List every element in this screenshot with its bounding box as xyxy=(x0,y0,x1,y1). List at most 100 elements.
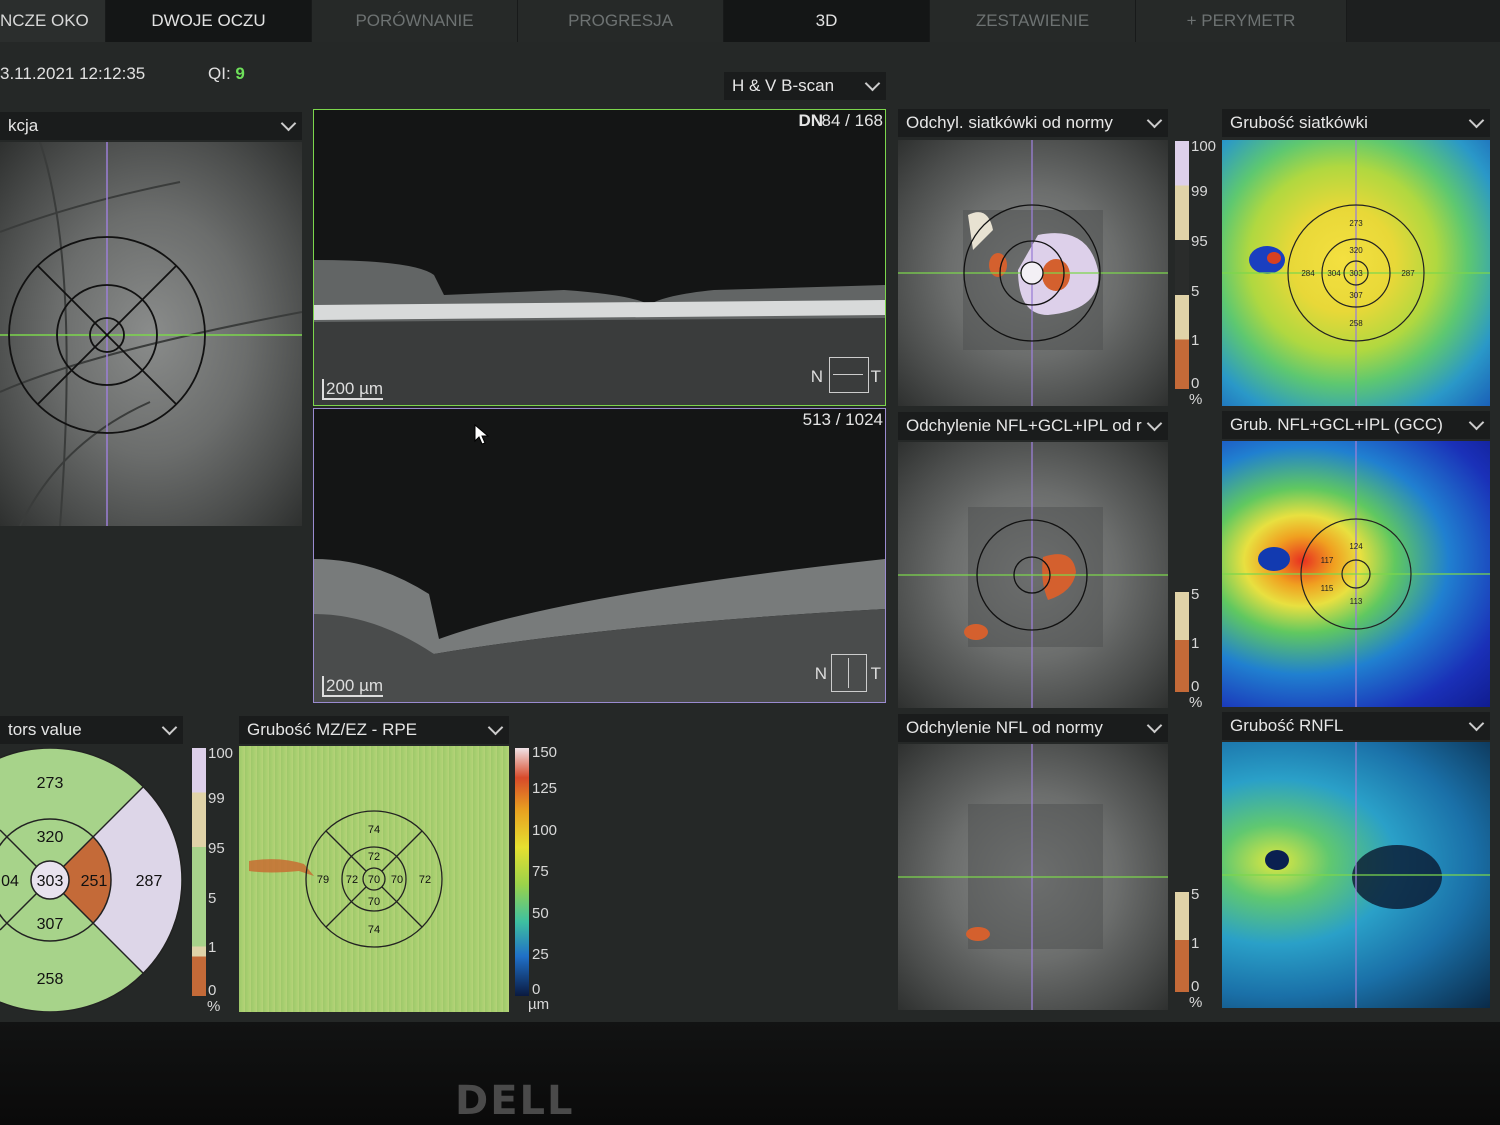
mzez-inner-left: 72 xyxy=(346,874,358,886)
percentile-legend-bar-c xyxy=(1175,592,1189,692)
quality-index-value: 9 xyxy=(235,64,245,83)
fundus-grid-overlay xyxy=(0,142,302,526)
um-legend-label-5: 25 xyxy=(532,946,549,963)
chevron-down-icon xyxy=(1146,112,1163,129)
retina-deviation-overlay xyxy=(898,140,1168,406)
gcc-deviation-map[interactable] xyxy=(898,442,1168,708)
mzez-dropdown[interactable]: Grubość MZ/EZ - RPE xyxy=(239,716,509,744)
gcc-deviation-dropdown[interactable]: Odchylenie NFL+GCL+IPL od r xyxy=(898,412,1168,440)
tab-summary[interactable]: ZESTAWIENIE xyxy=(930,0,1136,42)
rnfl-thickness-dropdown[interactable]: Grubość RNFL xyxy=(1222,712,1490,740)
quality-index: QI: 9 xyxy=(208,64,245,84)
nfl-deviation-map[interactable] xyxy=(898,744,1168,1010)
horizontal-bscan[interactable]: DN 84 / 168 200 µm N T xyxy=(313,109,886,406)
retina-thickness-value-1: 320 xyxy=(1349,246,1363,255)
retina-thickness-value-4: 303 xyxy=(1349,269,1363,278)
gcc-value-1: 117 xyxy=(1321,556,1334,565)
vertical-temporal-label: T xyxy=(870,664,881,683)
tab-single-eye[interactable]: NCZE OKO xyxy=(0,0,106,42)
legend-c-label-1: 1 xyxy=(1191,635,1200,652)
legend-d-label-2: 0 xyxy=(1191,978,1200,995)
sector-inner-bottom: 307 xyxy=(37,916,64,933)
tab-3d[interactable]: 3D xyxy=(724,0,930,42)
chevron-down-icon xyxy=(864,75,881,92)
exam-datetime: 3.11.2021 12:12:35 xyxy=(0,64,146,83)
retina-thickness-value-2: 284 xyxy=(1301,269,1315,278)
mouse-cursor-icon xyxy=(474,424,490,445)
percentile-legend-bar-d xyxy=(1175,892,1189,992)
gcc-thickness-map[interactable]: 124 117 115 113 xyxy=(1222,441,1490,707)
oct-application-screen: NCZE OKO DWOJE OCZU PORÓWNANIE PROGRESJA… xyxy=(0,0,1500,1022)
gcc-thickness-dropdown[interactable]: Grub. NFL+GCL+IPL (GCC) xyxy=(1222,411,1490,439)
sector-inner-top: 320 xyxy=(37,829,64,846)
gcc-value-3: 113 xyxy=(1350,597,1363,606)
um-legend-label-0: 150 xyxy=(532,744,558,761)
legend-a-label-4: 1 xyxy=(208,939,217,956)
mzez-outer-right: 72 xyxy=(419,874,431,886)
arrow-down-icon xyxy=(848,658,849,688)
mzez-outer-bottom: 74 xyxy=(368,924,380,936)
horizontal-scale-label: 200 µm xyxy=(322,379,384,400)
sectors-map[interactable]: 273 320 04 303 251 287 307 258 xyxy=(0,748,185,1012)
um-legend-label-1: 125 xyxy=(532,780,558,797)
retina-thickness-value-0: 273 xyxy=(1349,219,1363,228)
vertical-bscan[interactable]: 513 / 1024 200 µm N T xyxy=(313,408,886,703)
retina-thickness-map[interactable]: 273 320 284 304 303 287 307 258 xyxy=(1222,140,1490,406)
mzez-outer-left: 79 xyxy=(317,874,329,886)
rnfl-thickness-map[interactable] xyxy=(1222,742,1490,1008)
chevron-down-icon xyxy=(1146,415,1163,432)
mzez-inner-right: 70 xyxy=(391,874,403,886)
legend-c-label-0: 5 xyxy=(1191,586,1200,603)
vertical-nasal-label: N xyxy=(814,664,827,683)
left-view-dropdown[interactable]: kcja xyxy=(0,112,302,140)
nfl-deviation-overlay xyxy=(898,744,1168,1010)
vertical-scale-bar: 200 µm xyxy=(322,676,384,697)
legend-c-label-3: % xyxy=(1189,694,1203,711)
retina-thickness-value-6: 307 xyxy=(1349,291,1363,300)
thickness-legend-bar xyxy=(515,748,529,996)
tab-comparison[interactable]: PORÓWNANIE xyxy=(312,0,518,42)
legend-b-label-3: 5 xyxy=(1191,283,1200,300)
tab-perimeter[interactable]: + PERYMETR xyxy=(1136,0,1347,42)
chevron-down-icon xyxy=(1468,715,1485,732)
um-legend-label-4: 50 xyxy=(532,905,549,922)
legend-b-label-4: 1 xyxy=(1191,332,1200,349)
horizontal-scale-bar: 200 µm xyxy=(322,379,384,400)
mzez-inner-bottom: 70 xyxy=(368,896,380,908)
legend-b-label-0: 100 xyxy=(1191,138,1217,155)
bscan-mode-dropdown[interactable]: H & V B-scan xyxy=(724,72,886,100)
retina-thickness-value-7: 258 xyxy=(1349,319,1363,328)
retina-thickness-value-5: 287 xyxy=(1401,269,1415,278)
retina-deviation-title: Odchyl. siatkówki od normy xyxy=(906,113,1113,132)
left-view-title: kcja xyxy=(8,116,39,135)
sector-outer-bottom: 258 xyxy=(37,971,64,988)
horizontal-retina-layers xyxy=(314,260,885,405)
sectors-dropdown[interactable]: tors value xyxy=(0,716,183,744)
monitor-bezel xyxy=(0,1022,1500,1125)
tab-progression[interactable]: PROGRESJA xyxy=(518,0,724,42)
mzez-center: 70 xyxy=(368,874,380,886)
horizontal-temporal-label: T xyxy=(870,367,881,386)
mzez-grid-overlay: 74 72 79 72 70 70 72 70 74 xyxy=(249,810,443,948)
brand-logo: DELL xyxy=(455,1078,575,1124)
nfl-deviation-dropdown[interactable]: Odchylenie NFL od normy xyxy=(898,714,1168,742)
chevron-down-icon xyxy=(487,719,504,736)
scan-orientation-icon xyxy=(829,357,869,393)
retina-thickness-overlay: 273 320 284 304 303 287 307 258 xyxy=(1222,140,1490,406)
mzez-inner-top: 72 xyxy=(368,851,380,863)
chevron-down-icon xyxy=(280,115,297,132)
um-legend-label-2: 100 xyxy=(532,822,558,839)
vertical-retina-layers xyxy=(314,559,885,702)
rnfl-thickness-overlay xyxy=(1222,742,1490,1008)
tab-both-eyes[interactable]: DWOJE OCZU xyxy=(106,0,312,42)
fundus-image[interactable] xyxy=(0,142,302,526)
retina-thickness-dropdown[interactable]: Grubość siatkówki xyxy=(1222,109,1490,137)
retina-deviation-map[interactable] xyxy=(898,140,1168,406)
chevron-down-icon xyxy=(1146,717,1163,734)
mzez-thickness-map[interactable]: 74 72 79 72 70 70 72 70 74 xyxy=(239,746,509,1012)
sectors-title: tors value xyxy=(8,720,82,739)
legend-b-label-5: 0 xyxy=(1191,375,1200,392)
nfl-deviation-title: Odchylenie NFL od normy xyxy=(906,718,1103,737)
percentile-legend-bar xyxy=(192,748,206,996)
retina-deviation-dropdown[interactable]: Odchyl. siatkówki od normy xyxy=(898,109,1168,137)
